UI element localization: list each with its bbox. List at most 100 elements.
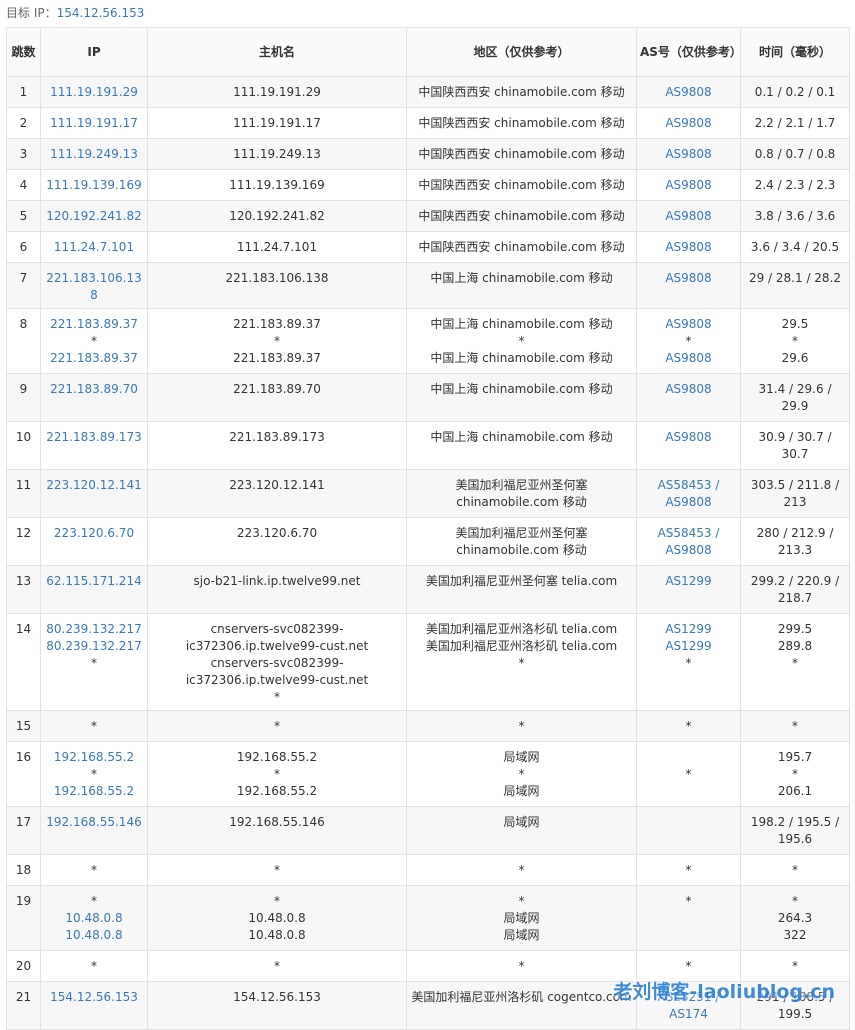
as-link[interactable]: AS9808 <box>640 350 737 367</box>
time-text: 29.5 <box>781 317 809 331</box>
cell-ip: 192.168.55.146 <box>40 806 148 855</box>
time-text: 218.7 <box>777 591 813 605</box>
cell-hostname: 111.19.191.29 <box>147 76 407 108</box>
ip-link[interactable]: 221.183.89.173 <box>44 429 144 446</box>
cell-ip: 221.183.89.37 * 221.183.89.37 <box>40 308 148 374</box>
ip-link[interactable]: 221.183.89.70 <box>44 381 144 398</box>
hostname-text: 154.12.56.153 <box>233 990 321 1004</box>
cell-hop: 6 <box>6 231 41 263</box>
as-link[interactable]: AS1299 <box>640 573 737 590</box>
cell-ip: * <box>40 950 148 982</box>
cell-region: 美国加利福尼亚州洛杉矶 cogentco.com <box>406 981 637 1030</box>
ip-link[interactable]: 80.239.132.217 <box>44 638 144 655</box>
cell-time: 31.4 / 29.6 / 29.9 <box>740 373 850 422</box>
cell-time: 3.8 / 3.6 / 3.6 <box>740 200 850 232</box>
table-row: 12 223.120.6.70 223.120.6.70 美国加利福尼亚州圣何塞 chi… <box>6 517 850 566</box>
cell-hop: 17 <box>6 806 41 855</box>
time-text: 213 <box>783 495 807 509</box>
as-link[interactable]: AS9808 <box>640 429 737 446</box>
ip-link[interactable]: 10.48.0.8 <box>44 927 144 944</box>
col-header-region: 地区（仅供参考） <box>406 27 637 77</box>
as-link[interactable]: AS9808 <box>640 494 737 511</box>
cell-ip: 111.19.191.17 <box>40 107 148 139</box>
ip-link[interactable]: 192.168.55.2 <box>44 783 144 800</box>
time-text: 2.2 / 2.1 / 1.7 <box>754 116 836 130</box>
as-link[interactable]: AS9808 <box>640 239 737 256</box>
as-link[interactable]: AS9808 <box>640 115 737 132</box>
ip-link[interactable]: 80.239.132.217 <box>44 621 144 638</box>
cell-time: 299.5 289.8 * <box>740 613 850 711</box>
as-link[interactable]: AS9808 <box>640 542 737 559</box>
cell-hostname: 223.120.6.70 <box>147 517 407 566</box>
cell-as: AS9808 <box>636 76 741 108</box>
cell-time: 303.5 / 211.8 / 213 <box>740 469 850 518</box>
hostname-text: 10.48.0.8 <box>248 911 306 925</box>
ip-link[interactable]: 192.168.55.2 <box>44 749 144 766</box>
hop-text: 12 <box>15 526 32 540</box>
region-text: * <box>518 767 525 781</box>
cell-as: AS9808 <box>636 169 741 201</box>
table-row: 15 * * * * * <box>6 710 850 742</box>
ip-link[interactable]: 192.168.55.146 <box>44 814 144 831</box>
ip-link[interactable]: 111.19.191.29 <box>44 84 144 101</box>
region-text: 中国上海 chinamobile.com 移动 <box>430 271 613 285</box>
cell-hostname: 120.192.241.82 <box>147 200 407 232</box>
ip-link[interactable]: 154.12.56.153 <box>44 989 144 1006</box>
ip-link[interactable]: 111.19.191.17 <box>44 115 144 132</box>
ip-link[interactable]: 223.120.12.141 <box>44 477 144 494</box>
hostname-text: sjo-b21-link.ip.twelve99.net <box>193 574 361 588</box>
time-text: * <box>792 334 798 348</box>
cell-region: 中国陕西西安 chinamobile.com 移动 <box>406 231 637 263</box>
region-text: * <box>518 863 525 877</box>
ip-link[interactable]: 221.183.89.37 <box>44 350 144 367</box>
hop-text: 18 <box>15 863 32 877</box>
cell-time: 198.2 / 195.5 / 195.6 <box>740 806 850 855</box>
as-text: * <box>685 959 692 973</box>
ip-link[interactable]: 62.115.171.214 <box>44 573 144 590</box>
ip-link[interactable]: 10.48.0.8 <box>44 910 144 927</box>
cell-hostname: 154.12.56.153 <box>147 981 407 1030</box>
ip-text: * <box>91 719 97 733</box>
as-link[interactable]: AS9808 <box>640 316 737 333</box>
hop-text: 2 <box>19 116 28 130</box>
cell-hop: 5 <box>6 200 41 232</box>
hop-text: 11 <box>15 478 32 492</box>
hop-text: 14 <box>15 622 32 636</box>
ip-link[interactable]: 111.24.7.101 <box>44 239 144 256</box>
as-link[interactable]: AS9808 <box>640 270 737 287</box>
hop-text: 16 <box>15 750 32 764</box>
ip-link[interactable]: 111.19.249.13 <box>44 146 144 163</box>
time-text: 299.2 / 220.9 / <box>750 574 840 588</box>
cell-region: 中国陕西西安 chinamobile.com 移动 <box>406 76 637 108</box>
ip-link[interactable]: 223.120.6.70 <box>44 525 144 542</box>
cell-time: 0.1 / 0.2 / 0.1 <box>740 76 850 108</box>
as-link[interactable]: AS9808 <box>640 381 737 398</box>
hostname-text: 223.120.12.141 <box>229 478 325 492</box>
region-text: 美国加利福尼亚州圣何塞 telia.com <box>425 574 618 588</box>
ip-link[interactable]: 221.183.89.37 <box>44 316 144 333</box>
cell-hop: 14 <box>6 613 41 711</box>
as-link[interactable]: AS1299 <box>640 621 737 638</box>
cell-ip: * 10.48.0.8 10.48.0.8 <box>40 885 148 951</box>
hop-text: 17 <box>15 815 32 829</box>
as-link[interactable]: AS58453 / <box>640 477 737 494</box>
target-ip-line: 目标 IP：154.12.56.153 <box>6 4 144 21</box>
hostname-text: 221.183.89.37 <box>233 351 321 365</box>
hostname-text: * <box>274 719 280 733</box>
region-text: * <box>518 959 525 973</box>
time-text: 195.6 <box>777 832 813 846</box>
as-link[interactable]: AS9808 <box>640 84 737 101</box>
ip-link[interactable]: 120.192.241.82 <box>44 208 144 225</box>
as-link[interactable]: AS9808 <box>640 146 737 163</box>
as-link[interactable]: AS9808 <box>640 208 737 225</box>
cell-region: 美国加利福尼亚州洛杉矶 telia.com 美国加利福尼亚州洛杉矶 telia.c… <box>406 613 637 711</box>
as-link[interactable]: AS58453 / <box>640 525 737 542</box>
as-link[interactable]: AS174 <box>640 1006 737 1023</box>
ip-link[interactable]: 221.183.106.138 <box>44 270 144 304</box>
hop-text: 4 <box>19 178 28 192</box>
ip-link[interactable]: 111.19.139.169 <box>44 177 144 194</box>
time-text: 299.5 <box>777 622 813 636</box>
as-link[interactable]: AS1299 <box>640 638 737 655</box>
as-link[interactable]: AS9808 <box>640 177 737 194</box>
hop-text: 7 <box>19 271 28 285</box>
